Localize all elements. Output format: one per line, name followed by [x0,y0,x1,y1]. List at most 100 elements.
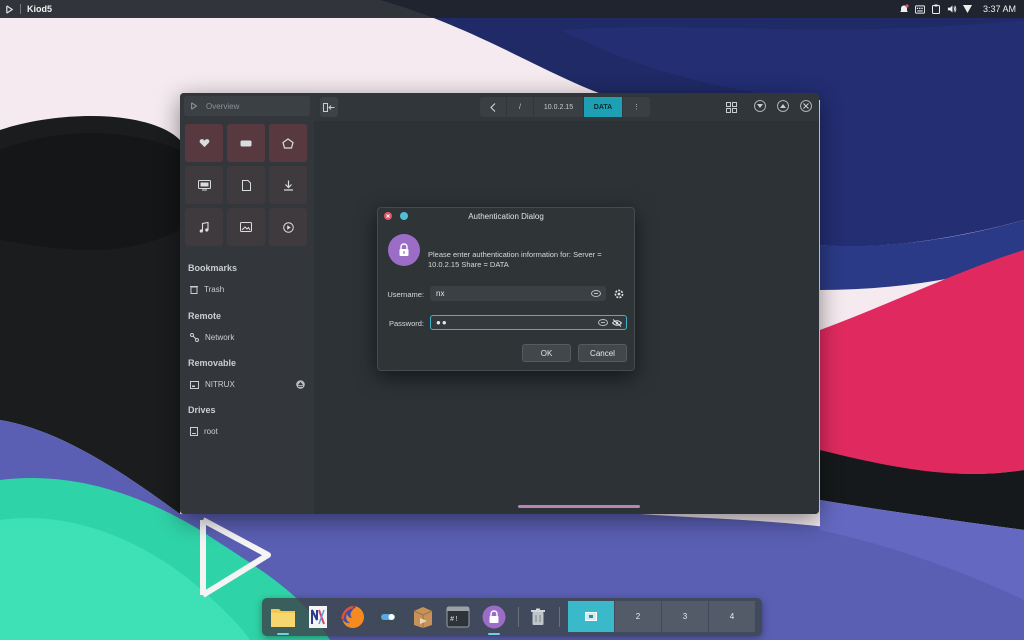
password-value: ●● [436,318,448,327]
quick-place-desktop[interactable] [185,166,223,204]
sidebar-item-root[interactable]: root [190,427,305,436]
drive-removable-icon [190,380,199,389]
quick-place-documents[interactable] [227,166,265,204]
network-icon[interactable] [963,4,973,14]
view-grid-button[interactable] [723,97,739,117]
quick-place-favorites[interactable] [185,124,223,162]
sidebar-item-trash[interactable]: Trash [190,285,305,294]
dock-app-authentication[interactable] [481,604,507,630]
quick-place-videos[interactable] [269,208,307,246]
dock-app-firefox[interactable] [340,604,366,630]
pictures-icon [240,222,252,232]
quick-place-downloads[interactable] [269,166,307,204]
music-icon [199,221,209,233]
lock-icon [388,234,420,266]
overview-button[interactable]: Overview [184,96,310,116]
chevron-up-icon [780,104,786,108]
workspace-thumbnail-icon [585,612,597,621]
cancel-button[interactable]: Cancel [578,344,627,362]
sidebar-item-label: root [204,427,218,436]
favorites-heart-icon [199,139,209,148]
workspace-1[interactable] [568,601,614,632]
active-app-name: Kiod5 [27,4,53,14]
system-tray: 3:37 AM [899,4,1024,14]
quick-place-recent[interactable] [227,124,265,162]
nitrux-logo-icon [191,102,198,110]
password-field[interactable]: ●● [430,315,627,330]
overview-label: Overview [206,101,240,111]
password-label: Password: [388,319,424,328]
sidebar-item-network[interactable]: Network [190,333,305,342]
breadcrumb-server[interactable]: 10.0.2.15 [534,97,583,117]
username-label: Username: [387,290,424,299]
breadcrumb-root[interactable]: / [507,97,533,117]
keyboard-icon[interactable] [914,4,925,14]
dock-trash[interactable] [525,604,551,630]
text-editor-icon [309,606,327,628]
dock-app-settings[interactable] [375,604,401,630]
username-value: nx [436,289,445,298]
sidebar-toggle-icon [323,102,335,112]
minimize-button[interactable] [754,100,766,112]
user-settings-icon[interactable] [614,289,624,299]
workspace-4[interactable]: 4 [709,601,755,632]
dialog-titlebar[interactable]: Authentication Dialog [378,208,634,224]
toggle-password-visibility-icon[interactable] [612,319,622,327]
dock-app-text-editor[interactable] [305,604,331,630]
workspace-3[interactable]: 3 [662,601,708,632]
firefox-icon [341,605,364,628]
terminal-icon: #! [446,606,470,628]
section-drives: Drives [188,405,216,415]
running-indicator [488,633,500,635]
close-window-button[interactable] [800,100,812,112]
dock: #! 2 3 4 [262,598,762,636]
toggle-sidebar-button[interactable] [320,97,338,117]
eject-icon[interactable] [296,380,305,389]
svg-text:#!: #! [450,616,458,624]
section-bookmarks: Bookmarks [188,263,238,273]
breadcrumb-more-button[interactable]: ⋮ [623,97,650,117]
section-removable: Removable [188,358,237,368]
sidebar-item-label: Network [205,333,235,342]
workspace-2[interactable]: 2 [615,601,661,632]
quick-place-music[interactable] [185,208,223,246]
videos-icon [282,221,294,233]
clock[interactable]: 3:37 AM [983,4,1016,14]
dock-app-software-center[interactable] [410,604,436,630]
panel-separator [20,4,21,14]
clipboard-icon[interactable] [931,4,941,14]
scroll-indicator[interactable] [518,505,640,508]
maximize-button[interactable] [777,100,789,112]
ok-button[interactable]: OK [522,344,571,362]
dialog-title: Authentication Dialog [468,212,544,221]
dock-app-file-manager[interactable] [270,604,296,630]
quick-place-home[interactable] [269,124,307,162]
notification-bell-icon[interactable] [899,4,909,14]
trash-icon [190,286,198,294]
drive-icon [190,427,198,436]
breadcrumb-share[interactable]: DATA [584,97,622,117]
grid-view-icon [725,101,737,113]
username-field[interactable]: nx [430,286,606,301]
top-panel: Kiod5 3:37 AM [0,0,1024,18]
home-icon [282,137,294,149]
trash-icon [531,608,545,625]
desktop-icon [197,179,211,190]
volume-icon[interactable] [947,4,957,14]
sidebar-item-label: NITRUX [205,380,235,389]
nitrux-logo-icon[interactable] [0,0,18,18]
dialog-minimize-button[interactable] [400,212,408,220]
dock-separator [559,607,560,627]
dock-app-terminal[interactable]: #! [445,604,471,630]
sidebar-item-nitrux[interactable]: NITRUX [190,380,305,389]
recent-icon [240,140,252,146]
authentication-dialog: Authentication Dialog Please enter authe… [377,207,635,371]
clear-field-icon[interactable] [591,290,601,297]
clear-field-icon[interactable] [598,319,608,326]
file-manager-toolbar: / 10.0.2.15 DATA ⋮ [314,93,819,121]
back-button[interactable] [480,97,506,117]
places-sidebar: Overview Bookmarks Trash Remote Network … [180,93,314,514]
dialog-close-button[interactable] [384,212,392,220]
software-center-icon [413,607,433,628]
quick-place-pictures[interactable] [227,208,265,246]
